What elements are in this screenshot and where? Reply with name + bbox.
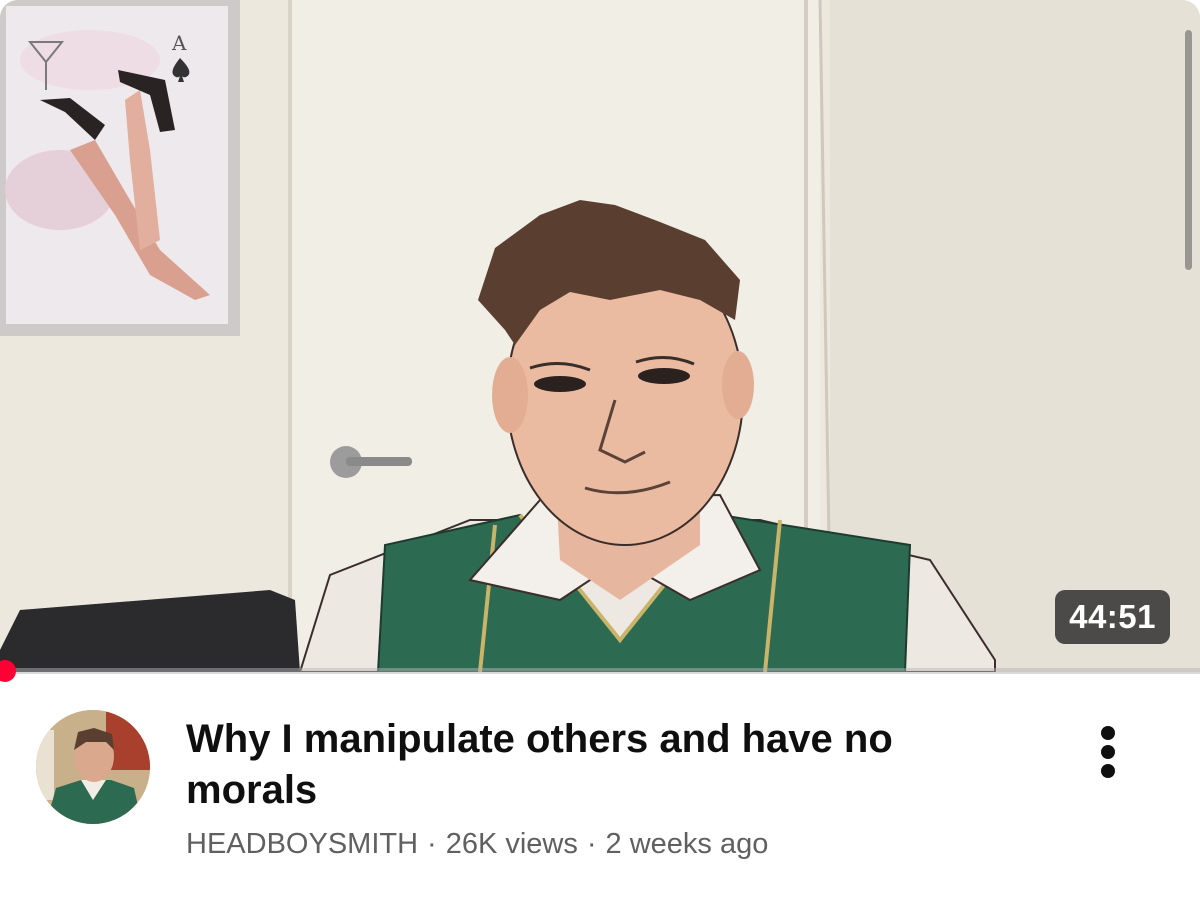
- duration-badge: 44:51: [1055, 590, 1170, 644]
- separator: ·: [427, 828, 437, 860]
- channel-avatar[interactable]: [36, 710, 150, 824]
- avatar-image: [36, 710, 150, 824]
- dot: [1101, 764, 1115, 778]
- video-title[interactable]: Why I manipulate others and have no mora…: [186, 714, 1026, 816]
- view-count: 26K views: [445, 828, 578, 860]
- video-meta: Why I manipulate others and have no mora…: [0, 690, 1200, 903]
- video-thumbnail[interactable]: A 44:51: [0, 0, 1200, 672]
- dot: [1101, 726, 1115, 740]
- video-subline: HEADBOYSMITH · 26K views · 2 weeks ago: [186, 828, 768, 861]
- channel-name[interactable]: HEADBOYSMITH: [186, 828, 418, 860]
- thumbnail-illustration: A: [0, 0, 1200, 672]
- more-vertical-icon[interactable]: [1094, 722, 1124, 782]
- progress-scrubber[interactable]: [0, 660, 16, 682]
- upload-age: 2 weeks ago: [605, 828, 769, 860]
- progress-track[interactable]: [0, 668, 1200, 674]
- separator: ·: [586, 828, 597, 860]
- svg-text:A: A: [171, 31, 187, 55]
- scrollbar[interactable]: [1185, 30, 1192, 270]
- dot: [1101, 745, 1115, 759]
